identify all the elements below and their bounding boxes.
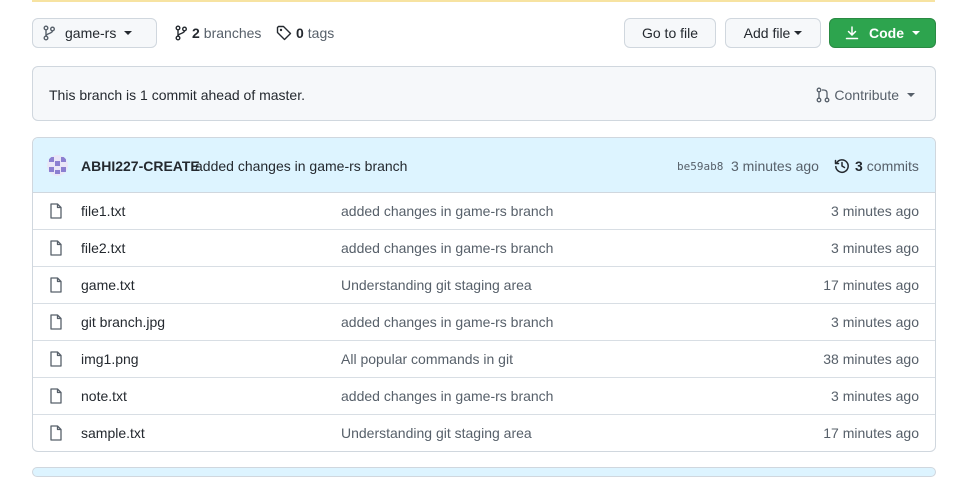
- branches-link[interactable]: 2 branches: [174, 25, 261, 41]
- file-rows: file1.txt added changes in game-rs branc…: [33, 193, 935, 451]
- tags-link[interactable]: 0 tags: [276, 25, 334, 41]
- file-icon: [50, 314, 62, 330]
- avatar[interactable]: [47, 155, 68, 176]
- file-commit-time: 17 minutes ago: [823, 277, 919, 293]
- code-button[interactable]: Code: [829, 18, 936, 48]
- branch-ahead-text: This branch is 1 commit ahead of master.: [49, 87, 305, 103]
- add-file-label: Add file: [743, 25, 791, 41]
- file-icon: [50, 277, 62, 293]
- file-commit-time: 3 minutes ago: [831, 240, 919, 256]
- contribute-label: Contribute: [834, 87, 899, 103]
- branches-label: branches: [203, 25, 262, 41]
- file-row: file1.txt added changes in game-rs branc…: [33, 193, 935, 229]
- tag-icon: [276, 25, 292, 41]
- go-to-file-label: Go to file: [641, 25, 699, 41]
- file-row: sample.txt Understanding git staging are…: [33, 414, 935, 451]
- file-name-link[interactable]: note.txt: [81, 388, 127, 404]
- file-row: img1.png All popular commands in git 38 …: [33, 340, 935, 377]
- file-commit-time: 38 minutes ago: [823, 351, 919, 367]
- commit-time: 3 minutes ago: [731, 158, 819, 174]
- chevron-down-icon: [794, 31, 803, 35]
- file-row: git branch.jpg added changes in game-rs …: [33, 303, 935, 340]
- branch-select-button[interactable]: game-rs: [32, 18, 157, 48]
- git-branch-icon: [175, 25, 187, 41]
- branch-name: game-rs: [65, 25, 117, 41]
- file-icon: [50, 351, 62, 367]
- commit-message-link[interactable]: added changes in game-rs branch: [195, 158, 407, 174]
- file-commit-time: 3 minutes ago: [831, 388, 919, 404]
- branches-count: 2: [192, 25, 200, 41]
- chevron-down-icon: [912, 31, 920, 35]
- file-icon: [50, 240, 62, 256]
- code-label: Code: [869, 25, 904, 41]
- file-commit-message-link[interactable]: added changes in game-rs branch: [341, 240, 553, 256]
- branch-status-box: This branch is 1 commit ahead of master.…: [32, 66, 936, 121]
- file-commit-message-link[interactable]: added changes in game-rs branch: [341, 203, 553, 219]
- top-border: [32, 0, 935, 2]
- commits-link[interactable]: 3 commits: [834, 158, 919, 174]
- file-name-link[interactable]: sample.txt: [81, 425, 145, 441]
- file-name-link[interactable]: game.txt: [81, 277, 135, 293]
- commit-author-link[interactable]: ABHI227-CREATE: [81, 158, 200, 174]
- file-commit-time: 3 minutes ago: [831, 203, 919, 219]
- file-name-link[interactable]: img1.png: [81, 351, 139, 367]
- chevron-down-icon: [907, 93, 915, 97]
- file-commit-message-link[interactable]: added changes in game-rs branch: [341, 314, 553, 330]
- commits-label: commits: [866, 158, 919, 174]
- git-branch-icon: [43, 25, 55, 41]
- file-commit-time: 3 minutes ago: [831, 314, 919, 330]
- file-name-link[interactable]: git branch.jpg: [81, 314, 165, 330]
- file-commit-message-link[interactable]: Understanding git staging area: [341, 277, 532, 293]
- tags-label: tags: [307, 25, 335, 41]
- add-file-button[interactable]: Add file: [725, 18, 821, 48]
- commit-count: 3: [855, 158, 863, 174]
- file-icon: [50, 203, 62, 219]
- file-row: game.txt Understanding git staging area …: [33, 266, 935, 303]
- file-icon: [50, 388, 62, 404]
- history-icon: [834, 158, 849, 173]
- file-name-link[interactable]: file2.txt: [81, 240, 125, 256]
- go-to-file-button[interactable]: Go to file: [624, 18, 716, 48]
- latest-commit-header: ABHI227-CREATE added changes in game-rs …: [33, 138, 935, 193]
- file-list-box: ABHI227-CREATE added changes in game-rs …: [32, 137, 936, 452]
- file-commit-time: 17 minutes ago: [823, 425, 919, 441]
- file-commit-message-link[interactable]: Understanding git staging area: [341, 425, 532, 441]
- chevron-down-icon: [124, 31, 133, 35]
- readme-box-edge: [32, 467, 936, 477]
- file-row: note.txt added changes in game-rs branch…: [33, 377, 935, 414]
- file-commit-message-link[interactable]: added changes in game-rs branch: [341, 388, 553, 404]
- repo-toolbar: game-rs 2 branches 0 tags Go to file Add…: [32, 18, 936, 50]
- file-commit-message-link[interactable]: All popular commands in git: [341, 351, 513, 367]
- pull-request-icon: [816, 87, 830, 103]
- file-name-link[interactable]: file1.txt: [81, 203, 125, 219]
- file-icon: [50, 425, 62, 441]
- download-icon: [845, 26, 859, 40]
- contribute-dropdown[interactable]: Contribute: [816, 87, 915, 103]
- file-row: file2.txt added changes in game-rs branc…: [33, 229, 935, 266]
- commit-sha-link[interactable]: be59ab8: [677, 160, 723, 173]
- tags-count: 0: [296, 25, 304, 41]
